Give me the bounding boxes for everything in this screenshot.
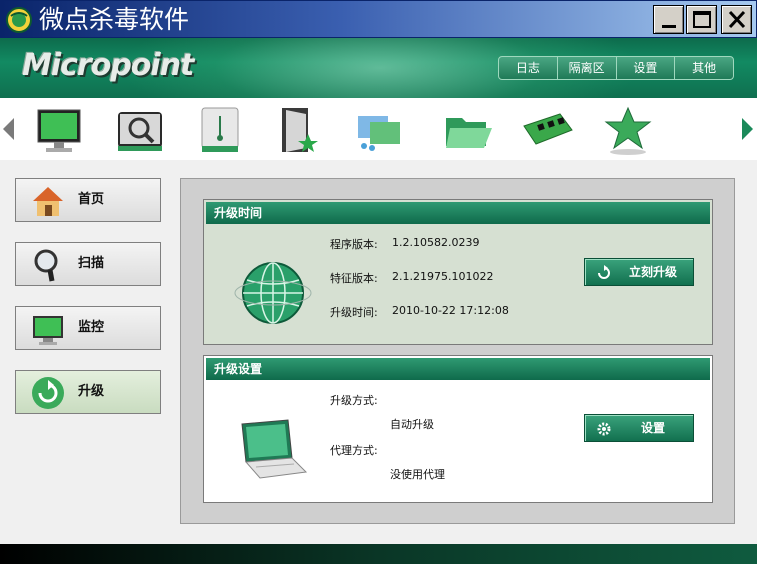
proxy-mode-label: 代理方式: bbox=[330, 444, 378, 457]
monitor-icon[interactable] bbox=[28, 102, 92, 158]
signature-version-label: 特征版本: bbox=[330, 272, 378, 285]
scroll-left-icon[interactable] bbox=[0, 114, 18, 144]
program-version-label: 程序版本: bbox=[330, 238, 378, 251]
app-header: Micropoint 日志 隔离区 设置 其他 bbox=[0, 38, 757, 98]
monitor-icon bbox=[33, 316, 63, 345]
maximize-button[interactable] bbox=[686, 5, 717, 34]
menu-other[interactable]: 其他 bbox=[675, 57, 733, 79]
title-bar: 微点杀毒软件 bbox=[0, 0, 757, 38]
maximize-icon bbox=[693, 11, 711, 28]
window-title: 微点杀毒软件 bbox=[39, 5, 190, 34]
open-folder-icon[interactable] bbox=[436, 102, 500, 158]
status-bar bbox=[0, 544, 757, 564]
home-icon bbox=[33, 187, 63, 216]
minimize-button[interactable] bbox=[653, 5, 684, 34]
nav-home-button[interactable]: 首页 bbox=[15, 178, 161, 222]
gear-icon bbox=[597, 422, 611, 436]
settings-button[interactable]: 设置 bbox=[584, 414, 694, 442]
nav-monitor-button[interactable]: 监控 bbox=[15, 306, 161, 350]
magnifier-icon bbox=[34, 249, 58, 282]
signature-version-value: 2.1.21975.101022 bbox=[392, 270, 494, 283]
top-menu: 日志 隔离区 设置 其他 bbox=[498, 56, 734, 80]
button-label: 立刻升级 bbox=[628, 265, 677, 279]
nav-label: 升级 bbox=[78, 384, 105, 399]
panel-title: 升级设置 bbox=[206, 358, 710, 380]
upgrade-mode-value: 自动升级 bbox=[390, 418, 434, 431]
minimize-icon bbox=[662, 25, 676, 28]
globe-icon bbox=[234, 262, 312, 324]
panel-title: 升级时间 bbox=[206, 202, 710, 224]
magnifier-scan-icon[interactable] bbox=[108, 102, 172, 158]
program-version-value: 1.2.10582.0239 bbox=[392, 236, 480, 249]
nav-label: 监控 bbox=[78, 320, 105, 335]
upgrade-mode-label: 升级方式: bbox=[330, 394, 378, 407]
green-star-icon[interactable] bbox=[596, 102, 660, 158]
upgrade-time-value: 2010-10-22 17:12:08 bbox=[392, 304, 509, 317]
toolbar bbox=[0, 98, 757, 160]
refresh-icon bbox=[598, 265, 610, 279]
scroll-right-icon[interactable] bbox=[738, 114, 756, 144]
menu-quarantine[interactable]: 隔离区 bbox=[558, 57, 617, 79]
usb-drive-icon[interactable] bbox=[188, 102, 252, 158]
memory-module-icon[interactable] bbox=[516, 102, 580, 158]
close-icon bbox=[728, 10, 746, 29]
main-body: 首页 扫描 监控 升级 升级时间 程序版本: 1.2.10582.0239 特征… bbox=[0, 160, 757, 544]
door-star-icon[interactable] bbox=[266, 102, 330, 158]
nav-label: 首页 bbox=[78, 192, 105, 207]
upgrade-time-panel: 升级时间 程序版本: 1.2.10582.0239 特征版本: 2.1.2197… bbox=[203, 199, 713, 345]
button-label: 设置 bbox=[640, 421, 665, 435]
nav-upgrade-button[interactable]: 升级 bbox=[15, 370, 161, 414]
laptop-icon bbox=[241, 419, 308, 479]
upgrade-now-button[interactable]: 立刻升级 bbox=[584, 258, 694, 286]
app-logo-icon bbox=[6, 7, 32, 33]
content-frame: 升级时间 程序版本: 1.2.10582.0239 特征版本: 2.1.2197… bbox=[180, 178, 735, 524]
menu-settings[interactable]: 设置 bbox=[617, 57, 676, 79]
refresh-icon bbox=[32, 377, 64, 409]
nav-label: 扫描 bbox=[78, 256, 105, 271]
brand-logo: Micropoint bbox=[22, 48, 194, 83]
close-button[interactable] bbox=[721, 5, 752, 34]
menu-log[interactable]: 日志 bbox=[499, 57, 558, 79]
upgrade-time-label: 升级时间: bbox=[330, 306, 378, 319]
proxy-mode-value: 没使用代理 bbox=[390, 468, 445, 481]
folders-icon[interactable] bbox=[350, 102, 414, 158]
upgrade-settings-panel: 升级设置 升级方式: 自动升级 代理方式: 没使用代理 设置 bbox=[203, 355, 713, 503]
nav-scan-button[interactable]: 扫描 bbox=[15, 242, 161, 286]
